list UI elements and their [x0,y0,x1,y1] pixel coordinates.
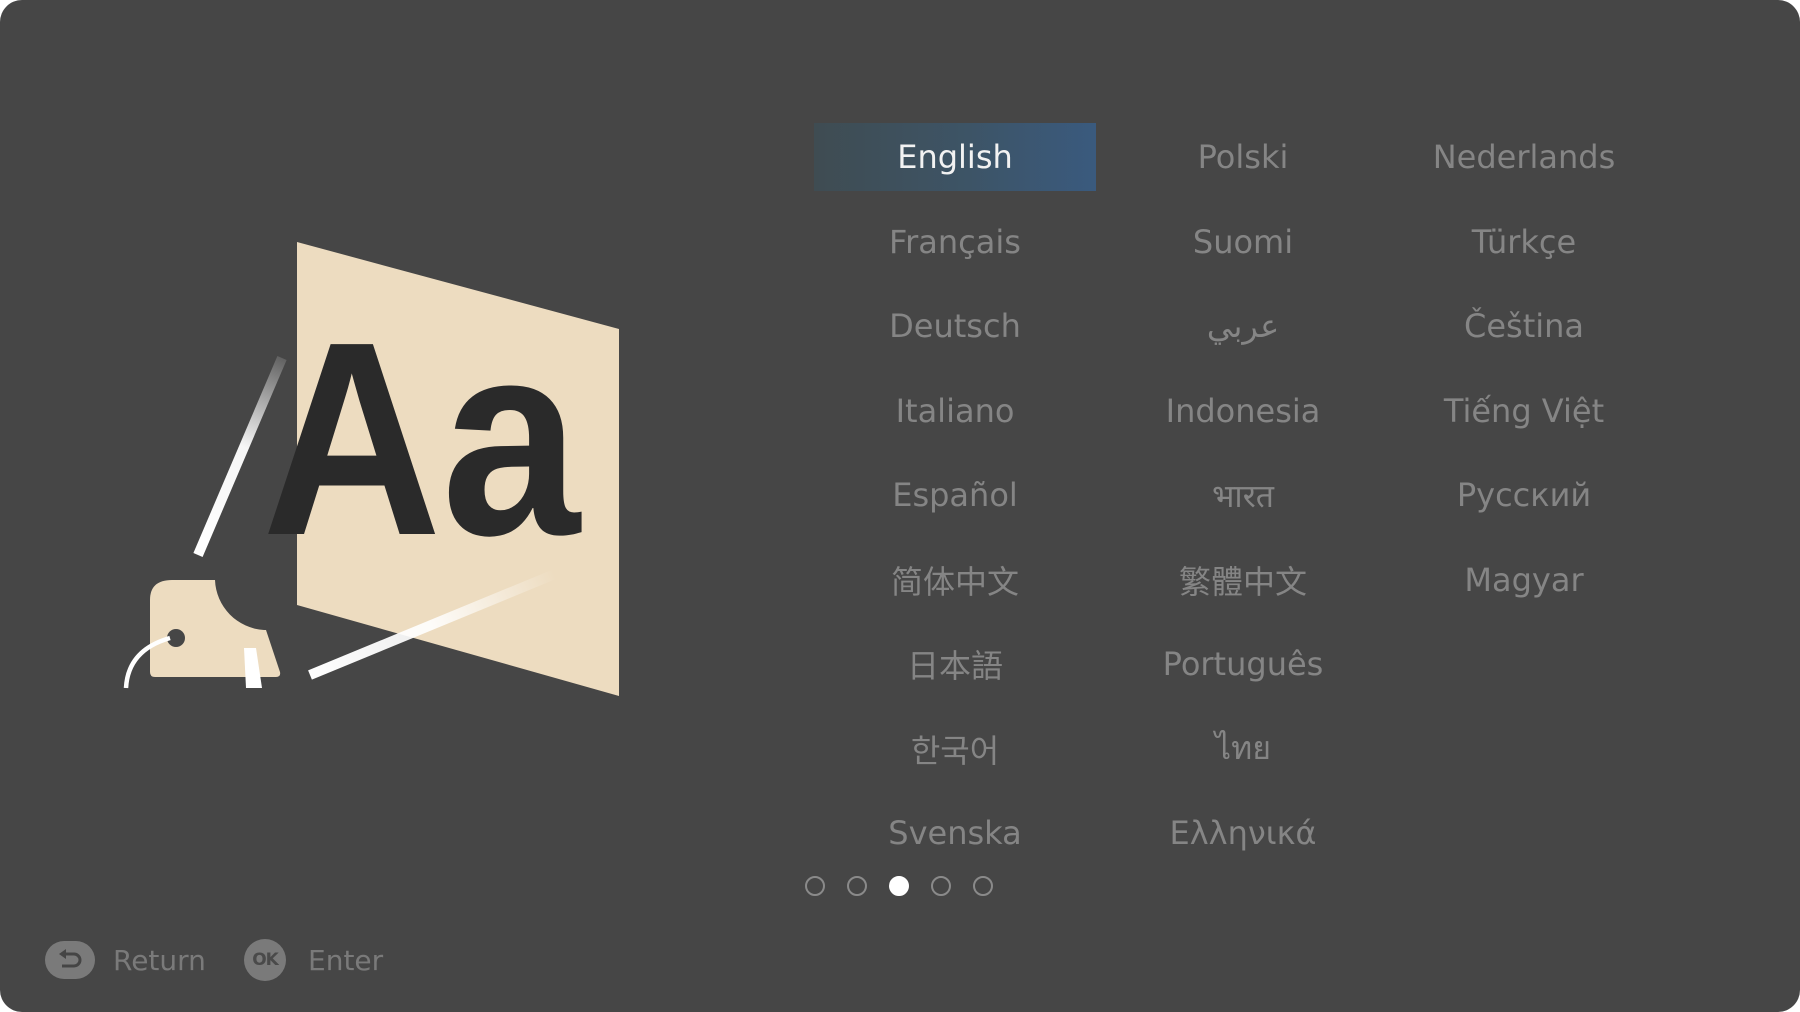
language-option[interactable]: भारत [1102,461,1384,529]
language-option[interactable]: Português [1102,630,1384,698]
language-settings-panel: Aa English Français Deutsch Italiano Español… [0,0,1800,1012]
language-option[interactable]: Español [814,461,1096,529]
page-dot[interactable] [931,875,952,896]
enter-label: Enter [308,943,384,977]
language-option[interactable]: Svenska [814,799,1096,867]
language-option[interactable]: Tiếng Việt [1383,377,1665,445]
language-option[interactable]: 简体中文 [814,546,1096,614]
ok-button-icon: OK [244,939,286,981]
language-grid: English Français Deutsch Italiano Español 简体中… [0,0,1800,900]
language-option[interactable]: 繁體中文 [1102,546,1384,614]
page-dot[interactable] [973,875,994,896]
language-option[interactable]: Indonesia [1102,377,1384,445]
language-option[interactable]: 한국어 [814,715,1096,783]
language-option[interactable]: Italiano [814,377,1096,445]
language-option[interactable]: Français [814,208,1096,276]
enter-hint[interactable]: OK Enter [244,939,383,981]
language-option[interactable]: عربي [1102,292,1384,360]
language-option[interactable]: Русский [1383,461,1665,529]
page-dot[interactable] [846,875,867,896]
language-option[interactable]: Ελληνικά [1102,799,1384,867]
language-option[interactable]: Polski [1102,123,1384,191]
language-option[interactable]: Suomi [1102,208,1384,276]
language-option[interactable]: ไทย [1102,715,1384,783]
return-icon [45,941,95,979]
page-dot[interactable] [888,875,909,896]
language-option[interactable]: Türkçe [1383,208,1665,276]
language-option[interactable]: Deutsch [814,292,1096,360]
page-dot[interactable] [804,875,825,896]
language-option[interactable]: Čeština [1383,292,1665,360]
return-hint[interactable]: Return [45,941,206,979]
language-option[interactable]: Nederlands [1383,123,1665,191]
return-label: Return [113,943,206,977]
language-option[interactable]: Magyar [1383,546,1665,614]
language-option[interactable]: 日本語 [814,630,1096,698]
language-option[interactable]: English [814,123,1096,191]
